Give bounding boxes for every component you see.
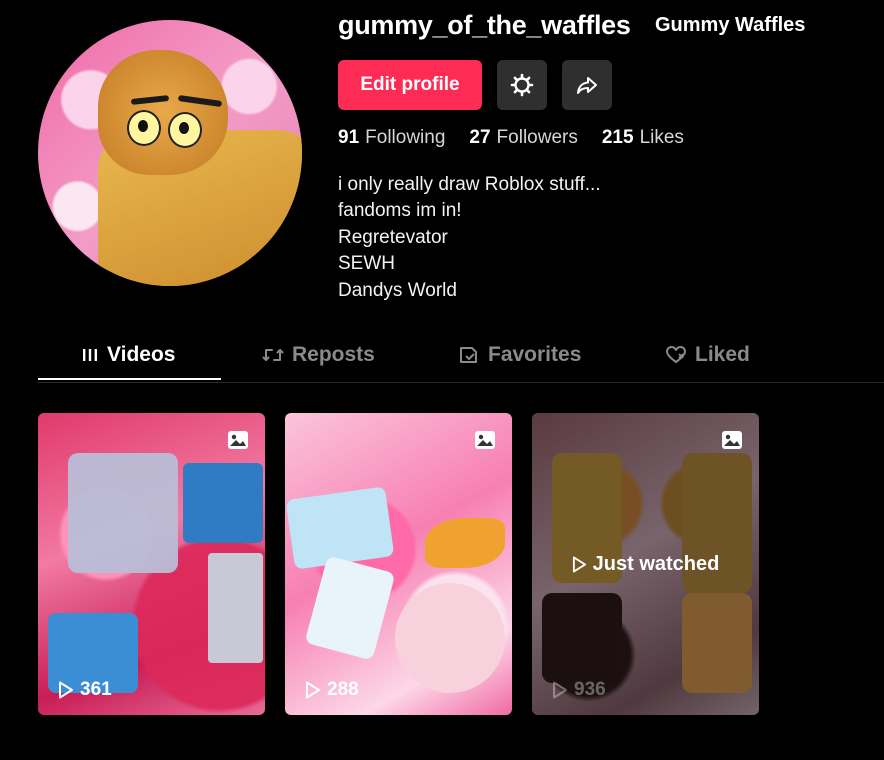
video-view-count: 361 bbox=[58, 679, 112, 701]
following-stat[interactable]: 91 Following bbox=[338, 127, 445, 149]
thumbnail-figure bbox=[285, 486, 395, 570]
tab-videos-label: Videos bbox=[107, 343, 176, 366]
share-profile-button[interactable] bbox=[562, 60, 612, 110]
tab-liked[interactable]: Liked bbox=[665, 330, 750, 380]
bio-line: i only really draw Roblox stuff... bbox=[338, 174, 601, 195]
thumbnail-figure bbox=[208, 553, 263, 663]
avatar-eye-right bbox=[168, 112, 202, 148]
thumbnail-figure bbox=[183, 463, 263, 543]
nickname: Gummy Waffles bbox=[655, 14, 806, 36]
active-tab-indicator bbox=[38, 378, 221, 380]
video-view-count: 936 bbox=[552, 679, 606, 701]
profile-tabs: Videos Reposts Favorites Liked bbox=[38, 330, 884, 383]
thumbnail-figure bbox=[425, 518, 505, 568]
tab-favorites[interactable]: Favorites bbox=[458, 330, 581, 380]
bio-line: SEWH bbox=[338, 253, 395, 275]
play-icon bbox=[553, 681, 567, 699]
edit-profile-button[interactable]: Edit profile bbox=[338, 60, 482, 110]
profile-bio: i only really draw Roblox stuff... fando… bbox=[338, 172, 601, 304]
photo-post-icon bbox=[475, 431, 495, 449]
view-count-value: 288 bbox=[327, 679, 359, 700]
profile-stats: 91 Following 27 Followers 215 Likes bbox=[338, 127, 684, 149]
tab-reposts-label: Reposts bbox=[292, 343, 375, 366]
following-label: Following bbox=[365, 127, 446, 148]
heart-icon bbox=[666, 346, 686, 363]
bio-line: fandoms im in! bbox=[338, 200, 462, 222]
bio-line: Regretevator bbox=[338, 226, 448, 248]
share-arrow-icon bbox=[577, 77, 597, 94]
profile-avatar[interactable] bbox=[38, 20, 302, 286]
thumbnail-figure bbox=[395, 583, 505, 693]
bookmark-icon bbox=[460, 347, 477, 363]
tab-liked-label: Liked bbox=[695, 343, 750, 366]
likes-label: Likes bbox=[639, 127, 684, 148]
video-view-count: 288 bbox=[305, 679, 359, 701]
tab-favorites-label: Favorites bbox=[488, 343, 582, 366]
settings-button[interactable] bbox=[497, 60, 547, 110]
just-watched-text: Just watched bbox=[592, 553, 720, 575]
thumbnail-figure bbox=[68, 453, 178, 573]
thumbnail-figure bbox=[304, 555, 396, 661]
likes-stat: 215 Likes bbox=[602, 127, 684, 149]
followers-count: 27 bbox=[469, 127, 491, 148]
view-count-value: 936 bbox=[574, 679, 606, 700]
repost-icon bbox=[262, 349, 284, 361]
likes-count: 215 bbox=[601, 127, 634, 148]
username: gummy_of_the_waffles bbox=[338, 10, 631, 40]
gear-icon bbox=[510, 73, 534, 97]
video-card[interactable]: 361 bbox=[38, 413, 265, 715]
video-card[interactable]: Just watched 936 bbox=[532, 413, 759, 715]
just-watched-label: Just watched bbox=[532, 553, 759, 576]
play-icon bbox=[572, 556, 586, 573]
tab-videos[interactable]: Videos bbox=[81, 330, 175, 380]
avatar-eye-left bbox=[127, 110, 161, 146]
following-count: 91 bbox=[338, 127, 360, 148]
bio-line: Dandys World bbox=[338, 279, 457, 301]
tab-reposts[interactable]: Reposts bbox=[262, 330, 375, 380]
play-icon bbox=[306, 681, 320, 699]
followers-stat[interactable]: 27 Followers bbox=[469, 127, 577, 149]
grid-icon bbox=[83, 349, 97, 361]
view-count-value: 361 bbox=[80, 679, 112, 700]
photo-post-icon bbox=[228, 431, 248, 449]
followers-label: Followers bbox=[496, 127, 578, 148]
photo-post-icon bbox=[722, 431, 742, 449]
video-card[interactable]: 288 bbox=[285, 413, 512, 715]
play-icon bbox=[59, 681, 73, 699]
avatar-figure-head bbox=[98, 50, 228, 175]
